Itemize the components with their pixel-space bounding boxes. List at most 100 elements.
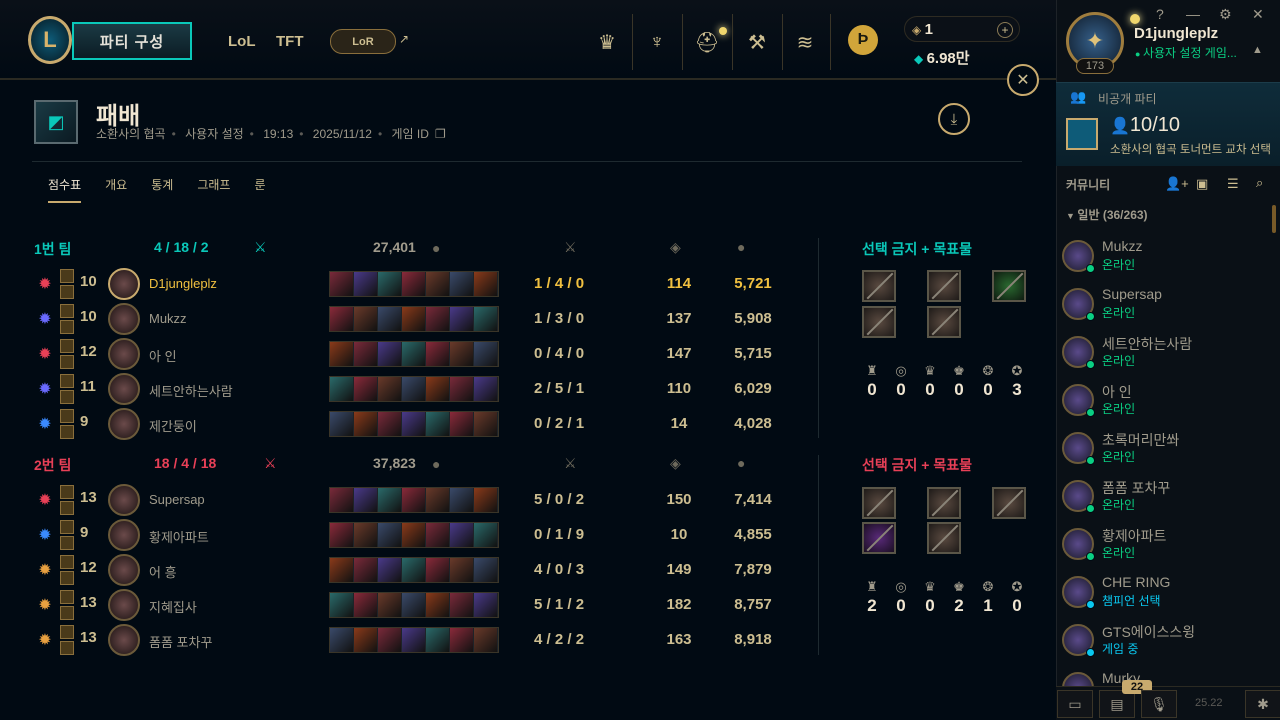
- player-row[interactable]: ✹ 13 Supersap 5 / 0 / 2 150 7,414: [34, 483, 824, 517]
- friend-list-scrollbar[interactable]: [1272, 205, 1276, 233]
- item-slot[interactable]: [402, 377, 426, 401]
- profile-status[interactable]: ● 사용자 설정 게임...: [1135, 44, 1237, 61]
- champion-portrait[interactable]: [108, 373, 140, 405]
- item-slot[interactable]: [330, 272, 354, 296]
- item-slot[interactable]: [402, 307, 426, 331]
- item-slot[interactable]: [402, 488, 426, 512]
- lor-button[interactable]: LoR: [330, 29, 396, 54]
- tab-overview[interactable]: 개요: [105, 176, 127, 203]
- item-slot[interactable]: [450, 342, 474, 366]
- item-slot[interactable]: [378, 377, 402, 401]
- item-slot[interactable]: [330, 377, 354, 401]
- item-slot[interactable]: [474, 593, 498, 617]
- close-window-icon[interactable]: ✕: [1252, 6, 1264, 23]
- item-slot[interactable]: [330, 628, 354, 652]
- champions-icon[interactable]: ♆: [642, 28, 672, 56]
- summoner-name[interactable]: 아 인: [149, 346, 177, 365]
- buy-rp-button[interactable]: +: [997, 22, 1013, 38]
- item-slot[interactable]: [354, 272, 378, 296]
- list-view-icon[interactable]: ☰: [1227, 176, 1239, 192]
- item-slot[interactable]: [474, 272, 498, 296]
- item-slot[interactable]: [426, 523, 450, 547]
- profile-name[interactable]: D1jungleplz: [1134, 25, 1218, 42]
- bug-report-icon[interactable]: ✱: [1245, 690, 1280, 718]
- search-icon[interactable]: ⌕: [1256, 175, 1263, 191]
- friend-list-item[interactable]: 폼폼 포차꾸 온라인: [1060, 476, 1260, 522]
- item-slot[interactable]: [426, 342, 450, 366]
- item-slot[interactable]: [450, 272, 474, 296]
- add-friend-icon[interactable]: 👤+: [1165, 176, 1189, 192]
- item-slot[interactable]: [402, 412, 426, 436]
- summoner-name[interactable]: 어 흥: [149, 562, 177, 581]
- champion-portrait[interactable]: [108, 554, 140, 586]
- close-postgame-button[interactable]: ✕: [1007, 64, 1039, 96]
- item-slot[interactable]: [450, 593, 474, 617]
- champion-portrait[interactable]: [108, 303, 140, 335]
- item-slot[interactable]: [474, 307, 498, 331]
- item-slot[interactable]: [402, 523, 426, 547]
- summoner-name[interactable]: 황제아파트: [149, 527, 209, 546]
- champion-portrait[interactable]: [108, 624, 140, 656]
- item-slot[interactable]: [378, 488, 402, 512]
- summoner-name[interactable]: Mukzz: [149, 311, 187, 326]
- item-slot[interactable]: [426, 593, 450, 617]
- item-slot[interactable]: [474, 342, 498, 366]
- item-slot[interactable]: [378, 523, 402, 547]
- tab-graphs[interactable]: 그래프: [197, 176, 230, 203]
- champion-portrait[interactable]: [108, 589, 140, 621]
- champion-portrait[interactable]: [108, 338, 140, 370]
- item-slot[interactable]: [354, 307, 378, 331]
- item-slot[interactable]: [378, 307, 402, 331]
- settings-gear-icon[interactable]: ⚙: [1219, 6, 1232, 23]
- minimize-icon[interactable]: —: [1186, 6, 1200, 22]
- item-slot[interactable]: [330, 523, 354, 547]
- player-row[interactable]: ✹ 10 D1jungleplz 1 / 4 / 0 114 5,721: [34, 267, 824, 301]
- friend-list-item[interactable]: Mukzz 온라인: [1060, 236, 1260, 282]
- friend-group-header[interactable]: ▼ 일반 (36/263): [1066, 206, 1148, 223]
- friend-list-item[interactable]: 초록머리만쏴 온라인: [1060, 428, 1260, 474]
- item-slot[interactable]: [426, 272, 450, 296]
- item-slot[interactable]: [378, 272, 402, 296]
- summoner-name[interactable]: 세트안하는사람: [149, 381, 233, 400]
- friend-list-item[interactable]: 세트안하는사람 온라인: [1060, 332, 1260, 378]
- item-slot[interactable]: [330, 412, 354, 436]
- copy-icon[interactable]: ❐: [435, 127, 446, 141]
- player-row[interactable]: ✹ 9 제간둥이 0 / 2 / 1 14 4,028: [34, 407, 824, 441]
- item-slot[interactable]: [450, 558, 474, 582]
- item-slot[interactable]: [378, 628, 402, 652]
- item-slot[interactable]: [354, 342, 378, 366]
- item-slot[interactable]: [426, 307, 450, 331]
- player-row[interactable]: ✹ 12 아 인 0 / 4 / 0 147 5,715: [34, 337, 824, 371]
- summoner-name[interactable]: 폼폼 포차꾸: [149, 632, 212, 651]
- item-slot[interactable]: [426, 488, 450, 512]
- item-slot[interactable]: [426, 412, 450, 436]
- player-row[interactable]: ✹ 11 세트안하는사람 2 / 5 / 1 110 6,029: [34, 372, 824, 406]
- item-slot[interactable]: [450, 523, 474, 547]
- loot-icon[interactable]: ≋: [790, 28, 820, 56]
- summoner-name[interactable]: Supersap: [149, 492, 205, 507]
- item-slot[interactable]: [378, 342, 402, 366]
- download-replay-button[interactable]: ⤓: [938, 103, 970, 135]
- messages-icon[interactable]: ▤: [1099, 690, 1135, 718]
- friend-list-item[interactable]: 아 인 온라인: [1060, 380, 1260, 426]
- item-slot[interactable]: [330, 593, 354, 617]
- item-slot[interactable]: [450, 377, 474, 401]
- item-slot[interactable]: [474, 412, 498, 436]
- player-row[interactable]: ✹ 9 황제아파트 0 / 1 / 9 10 4,855: [34, 518, 824, 552]
- summoner-name[interactable]: 제간둥이: [149, 416, 197, 435]
- item-slot[interactable]: [402, 628, 426, 652]
- item-slot[interactable]: [402, 272, 426, 296]
- item-slot[interactable]: [402, 342, 426, 366]
- item-slot[interactable]: [330, 558, 354, 582]
- chat-icon[interactable]: ▭: [1057, 690, 1093, 718]
- item-slot[interactable]: [354, 488, 378, 512]
- player-row[interactable]: ✹ 13 지혜집사 5 / 1 / 2 182 8,757: [34, 588, 824, 622]
- champion-portrait[interactable]: [108, 408, 140, 440]
- tab-scoreboard[interactable]: 점수표: [48, 176, 82, 203]
- item-slot[interactable]: [354, 558, 378, 582]
- player-row[interactable]: ✹ 12 어 흥 4 / 0 / 3 149 7,879: [34, 553, 824, 587]
- player-row[interactable]: ✹ 13 폼폼 포차꾸 4 / 2 / 2 163 8,918: [34, 623, 824, 657]
- item-slot[interactable]: [450, 307, 474, 331]
- item-slot[interactable]: [354, 412, 378, 436]
- item-slot[interactable]: [330, 307, 354, 331]
